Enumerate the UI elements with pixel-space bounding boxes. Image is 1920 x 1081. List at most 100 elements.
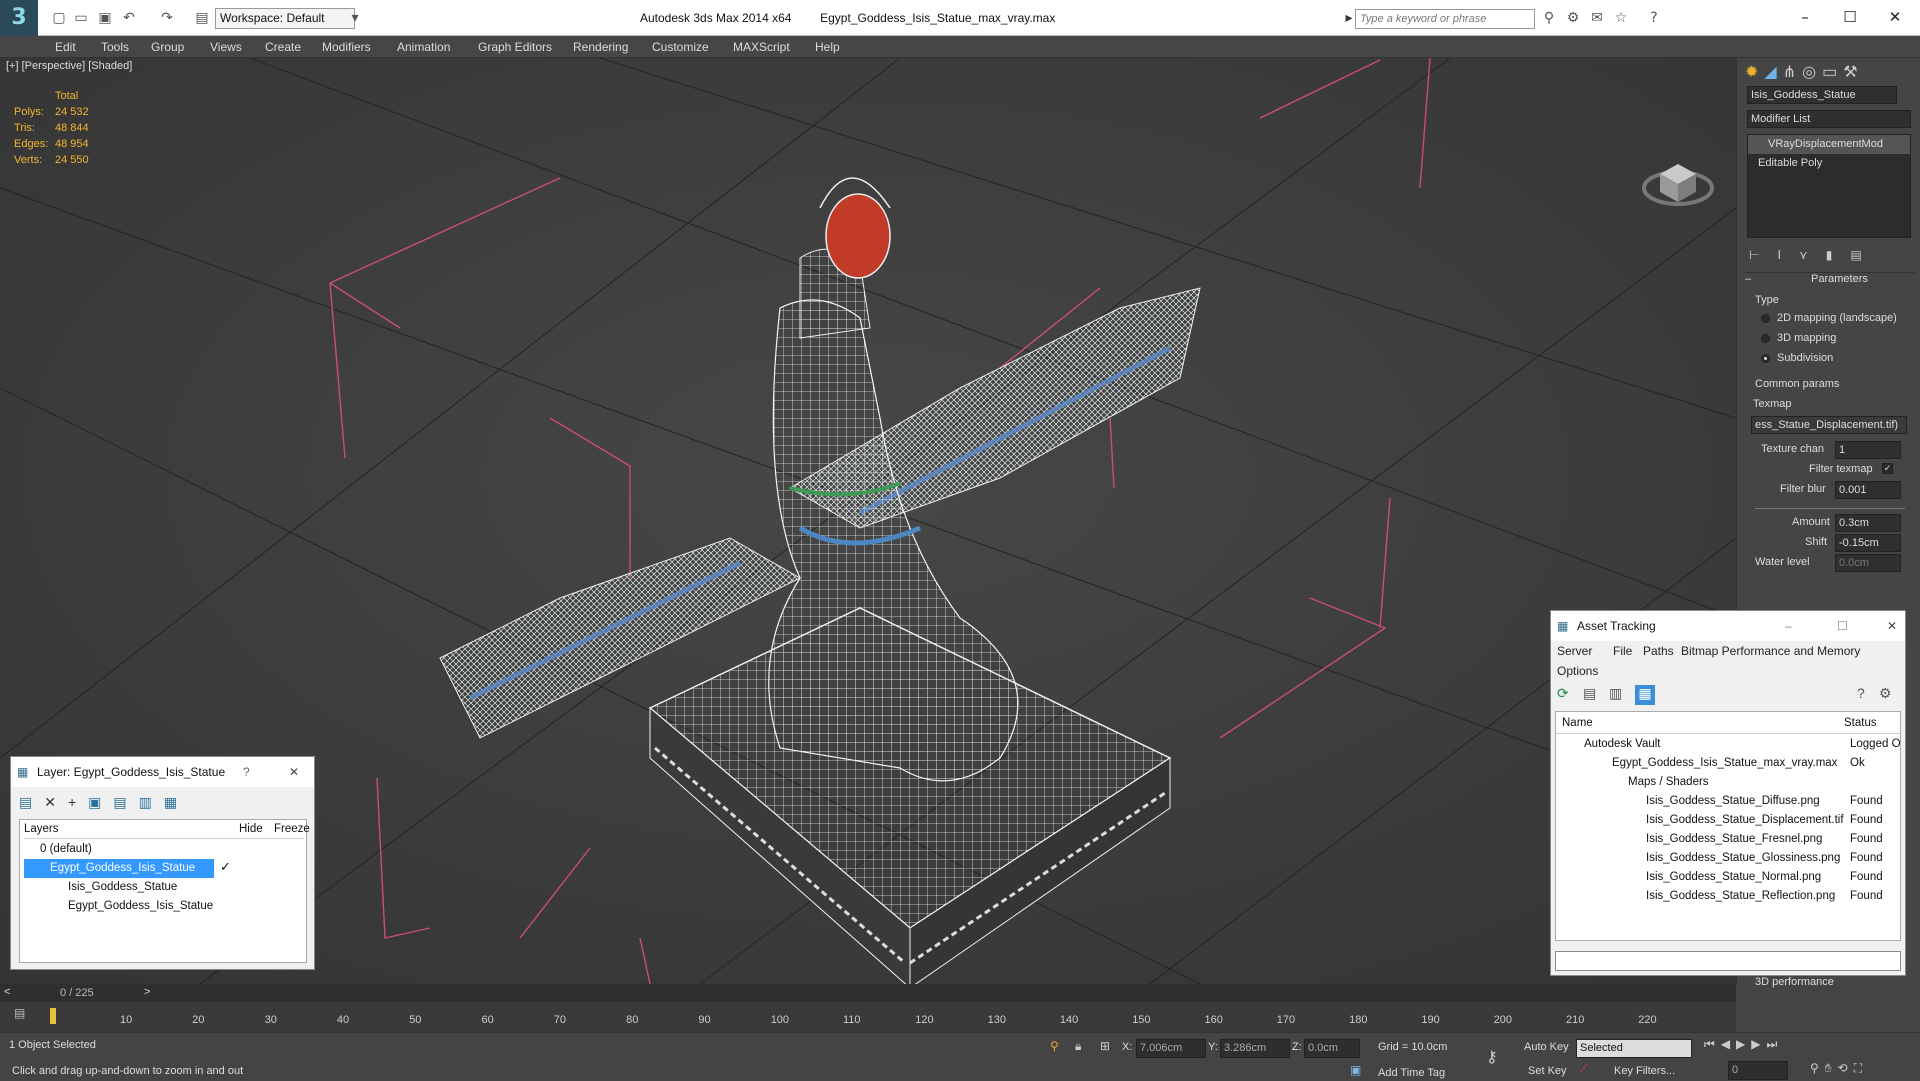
search-input[interactable]: Type a keyword or phrase <box>1355 9 1535 29</box>
texmap-button[interactable]: ess_Statue_Displacement.tif) <box>1751 416 1907 434</box>
make-unique-icon[interactable]: ⋎ <box>1799 248 1808 264</box>
modify-tab-icon[interactable]: ◢ <box>1764 62 1776 84</box>
filter-blur-spinner[interactable]: 0.001 <box>1835 481 1901 499</box>
asset-menu-file[interactable]: File <box>1613 641 1632 661</box>
asset-close-icon[interactable]: ✕ <box>1887 611 1897 641</box>
water-level-spinner[interactable]: 0.0cm <box>1835 554 1901 572</box>
x-coord-field[interactable]: 7.006cm <box>1136 1039 1206 1058</box>
app-logo[interactable]: 3 <box>0 0 38 36</box>
menu-graph-editors[interactable]: Graph Editors <box>478 36 552 58</box>
key-icon[interactable]: ⚷ <box>1486 1047 1498 1067</box>
layer-window-titlebar[interactable]: ▦ Layer: Egypt_Goddess_Isis_Statue ? ✕ <box>11 757 314 787</box>
asset-row[interactable]: Maps / Shaders <box>1628 773 1709 792</box>
asset-menu-bitmap[interactable]: Bitmap Performance and Memory <box>1681 641 1860 661</box>
col-freeze[interactable]: Freeze <box>274 820 310 839</box>
layer-row[interactable]: 0 (default) <box>40 840 92 859</box>
configure-sets-icon[interactable]: ▤ <box>1850 248 1861 264</box>
viewport-label[interactable]: [+] [Perspective] [Shaded] <box>6 60 132 72</box>
vault-settings-icon[interactable]: ⚙ <box>1879 685 1892 702</box>
option-3d-mapping[interactable]: 3D mapping <box>1777 332 1836 344</box>
stack-item-vray-displacement[interactable]: VRayDisplacementMod <box>1748 135 1910 154</box>
radio-2d-mapping[interactable] <box>1761 314 1770 323</box>
col-hide[interactable]: Hide <box>239 820 263 839</box>
pan-hand-icon[interactable]: ✋︎ <box>1825 1061 1832 1081</box>
zoom-icon[interactable]: ⚲ <box>1810 1061 1819 1081</box>
asset-menu-server[interactable]: Server <box>1557 641 1592 661</box>
key-filters-button[interactable]: Key Filters... <box>1614 1065 1675 1077</box>
list-view-icon[interactable]: ▤ <box>1583 685 1596 702</box>
col-status[interactable]: Status <box>1844 712 1877 734</box>
minimize-icon[interactable]: – <box>1793 6 1817 28</box>
save-icon[interactable]: ▣ <box>96 9 114 27</box>
isolate-icon[interactable]: ⚲ <box>1050 1039 1059 1053</box>
texture-chan-spinner[interactable]: 1 <box>1835 441 1901 459</box>
asset-maximize-icon[interactable]: ☐ <box>1837 611 1848 641</box>
asset-window-titlebar[interactable]: ▦ Asset Tracking – ☐ ✕ <box>1551 611 1905 641</box>
menu-edit[interactable]: Edit <box>55 36 76 58</box>
absolute-mode-icon[interactable]: ⊞ <box>1100 1039 1110 1053</box>
layer-close-icon[interactable]: ✕ <box>289 757 299 787</box>
vault-help-icon[interactable]: ? <box>1857 685 1865 701</box>
asset-row[interactable]: Autodesk Vault <box>1584 735 1661 754</box>
asset-menu-paths[interactable]: Paths <box>1643 641 1674 661</box>
add-to-layer-icon[interactable]: + <box>68 791 76 813</box>
menu-customize[interactable]: Customize <box>652 36 709 58</box>
object-name-field[interactable]: Isis_Goddess_Statue <box>1747 86 1897 104</box>
asset-menu-options[interactable]: Options <box>1557 661 1598 681</box>
asset-row[interactable]: Isis_Goddess_Statue_Fresnel.png <box>1646 830 1822 849</box>
add-time-tag[interactable]: Add Time Tag <box>1378 1067 1445 1079</box>
menu-group[interactable]: Group <box>151 36 184 58</box>
set-key-button[interactable]: Set Key <box>1528 1065 1567 1077</box>
display-tab-icon[interactable]: ▭ <box>1822 62 1837 84</box>
time-tag-icon[interactable]: ▣ <box>1350 1063 1361 1077</box>
stack-item-editable-poly[interactable]: Editable Poly <box>1748 154 1910 173</box>
previous-frame-icon[interactable]: ◀ <box>1721 1037 1730 1057</box>
motion-tab-icon[interactable]: ◎ <box>1802 62 1816 84</box>
menu-animation[interactable]: Animation <box>397 36 450 58</box>
col-name[interactable]: Name <box>1562 712 1593 734</box>
asset-row[interactable]: Isis_Goddess_Statue_Normal.png <box>1646 868 1821 887</box>
menu-maxscript[interactable]: MAXScript <box>733 36 790 58</box>
utilities-tab-icon[interactable]: ⚒ <box>1843 62 1857 84</box>
help-icon[interactable]: ? <box>1645 9 1663 27</box>
delete-layer-icon[interactable]: ✕ <box>44 791 56 813</box>
play-icon[interactable]: ▶ <box>1736 1037 1745 1057</box>
auto-key-button[interactable]: Auto Key <box>1524 1041 1569 1053</box>
option-2d-mapping[interactable]: 2D mapping (landscape) <box>1777 312 1897 324</box>
communication-icon[interactable]: ✉ <box>1588 9 1606 27</box>
modifier-list-dropdown[interactable]: Modifier List <box>1747 110 1911 128</box>
z-coord-field[interactable]: 0.0cm <box>1304 1039 1360 1058</box>
current-frame-field[interactable]: 0 <box>1728 1061 1788 1080</box>
asset-minimize-icon[interactable]: – <box>1785 611 1792 641</box>
maximize-icon[interactable]: ☐ <box>1838 6 1862 28</box>
remove-modifier-icon[interactable]: ▮ <box>1826 248 1833 264</box>
asset-row[interactable]: Isis_Goddess_Statue_Diffuse.png <box>1646 792 1820 811</box>
menu-modifiers[interactable]: Modifiers <box>322 36 371 58</box>
asset-path-field[interactable] <box>1555 951 1901 971</box>
undo-icon[interactable]: ↶ <box>120 9 138 27</box>
detail-view-icon[interactable]: ▥ <box>1609 685 1622 702</box>
create-tab-icon[interactable]: ✹ <box>1745 62 1758 84</box>
subscription-icon[interactable]: ⚙ <box>1564 9 1582 27</box>
project-folder-icon[interactable]: ▤ <box>193 9 211 27</box>
layer-row[interactable]: Egypt_Goddess_Isis_Statue <box>68 897 213 916</box>
amount-spinner[interactable]: 0.3cm <box>1835 514 1901 532</box>
refresh-icon[interactable]: ⟳ <box>1557 685 1569 702</box>
filter-texmap-checkbox[interactable]: ✓ <box>1882 463 1893 474</box>
menu-tools[interactable]: Tools <box>101 36 129 58</box>
favorites-star-icon[interactable]: ☆ <box>1612 9 1630 27</box>
menu-help[interactable]: Help <box>815 36 840 58</box>
binoculars-icon[interactable]: ⚲ <box>1540 9 1558 27</box>
go-to-end-icon[interactable]: ⏭ <box>1767 1037 1778 1057</box>
show-end-result-icon[interactable]: Ⅰ <box>1777 248 1781 264</box>
asset-row[interactable]: Isis_Goddess_Statue_Glossiness.png <box>1646 849 1840 868</box>
new-file-icon[interactable]: ▢ <box>50 9 68 27</box>
layer-help-icon[interactable]: ? <box>243 757 250 787</box>
orbit-icon[interactable]: ⟲ <box>1838 1061 1848 1081</box>
layer-row[interactable]: Isis_Goddess_Statue <box>68 878 177 897</box>
lock-selection-icon[interactable]: 🔒︎ <box>1075 1039 1081 1054</box>
radio-subdivision[interactable] <box>1761 354 1770 363</box>
hide-all-icon[interactable]: ▥ <box>139 791 152 813</box>
menu-rendering[interactable]: Rendering <box>573 36 628 58</box>
layer-row-selected[interactable]: Egypt_Goddess_Isis_Statue <box>24 859 214 878</box>
